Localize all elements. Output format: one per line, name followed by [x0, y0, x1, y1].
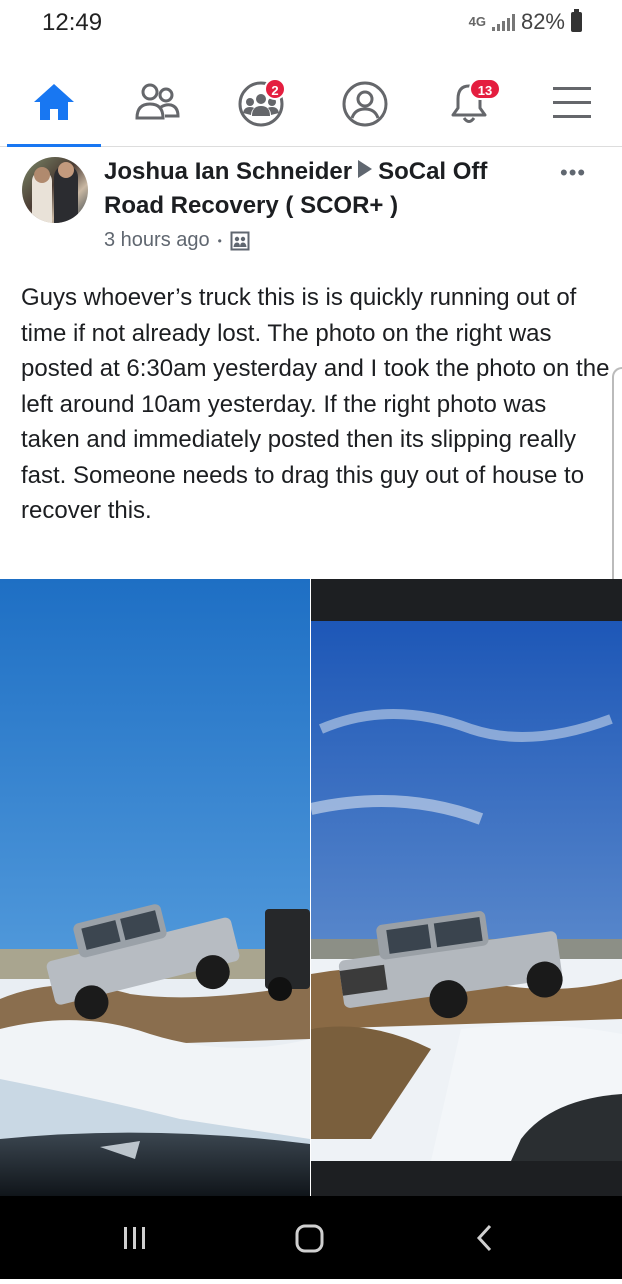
separator-dot: • [217, 233, 222, 248]
status-indicators: 4G 82% [469, 9, 582, 35]
system-nav-bar [0, 1196, 622, 1279]
nav-menu[interactable] [521, 62, 621, 146]
battery-level: 82% [520, 9, 565, 34]
more-options-icon[interactable]: ••• [560, 160, 586, 186]
nav-profile[interactable] [313, 62, 413, 146]
groups-badge: 2 [264, 78, 286, 100]
status-time: 12:49 [42, 9, 103, 36]
network-type: 4G [468, 14, 486, 29]
home-button-icon [295, 1224, 324, 1253]
author-name[interactable]: Joshua Ian Schneider [104, 158, 352, 185]
menu-icon [553, 87, 591, 118]
active-tab-indicator [7, 144, 101, 147]
post-time[interactable]: 3 hours ago [104, 229, 210, 252]
nav-notifications[interactable]: 13 [417, 62, 517, 146]
arrow-right-icon [358, 160, 373, 178]
scrollbar[interactable] [612, 367, 622, 609]
photo-left [0, 579, 310, 1196]
post-text: Guys whoever’s truck this is is quickly … [21, 284, 610, 524]
recent-apps-button[interactable] [76, 1196, 196, 1279]
photo-right [311, 579, 622, 1196]
back-button[interactable] [425, 1196, 545, 1279]
nav-groups[interactable]: 2 [209, 62, 309, 146]
nav-friends[interactable] [105, 62, 205, 146]
back-icon [476, 1224, 492, 1252]
home-button[interactable] [250, 1196, 370, 1279]
nav-home[interactable] [2, 62, 102, 147]
home-icon [34, 84, 74, 120]
friends-icon [135, 83, 180, 120]
status-bar: 12:49 4G 82% [0, 0, 622, 44]
author-avatar[interactable] [22, 157, 88, 223]
signal-icon [491, 13, 515, 31]
post-meta: 3 hours ago • [104, 229, 250, 252]
post-photo[interactable] [0, 579, 622, 1196]
notifications-badge: 13 [469, 78, 501, 100]
recent-apps-icon [124, 1227, 145, 1249]
group-privacy-icon [230, 231, 250, 250]
top-nav: 2 13 [0, 62, 622, 147]
post-title: Joshua Ian Schneider SoCal Off Road Recov… [104, 155, 534, 223]
battery-icon [571, 9, 582, 32]
profile-icon [342, 81, 388, 127]
